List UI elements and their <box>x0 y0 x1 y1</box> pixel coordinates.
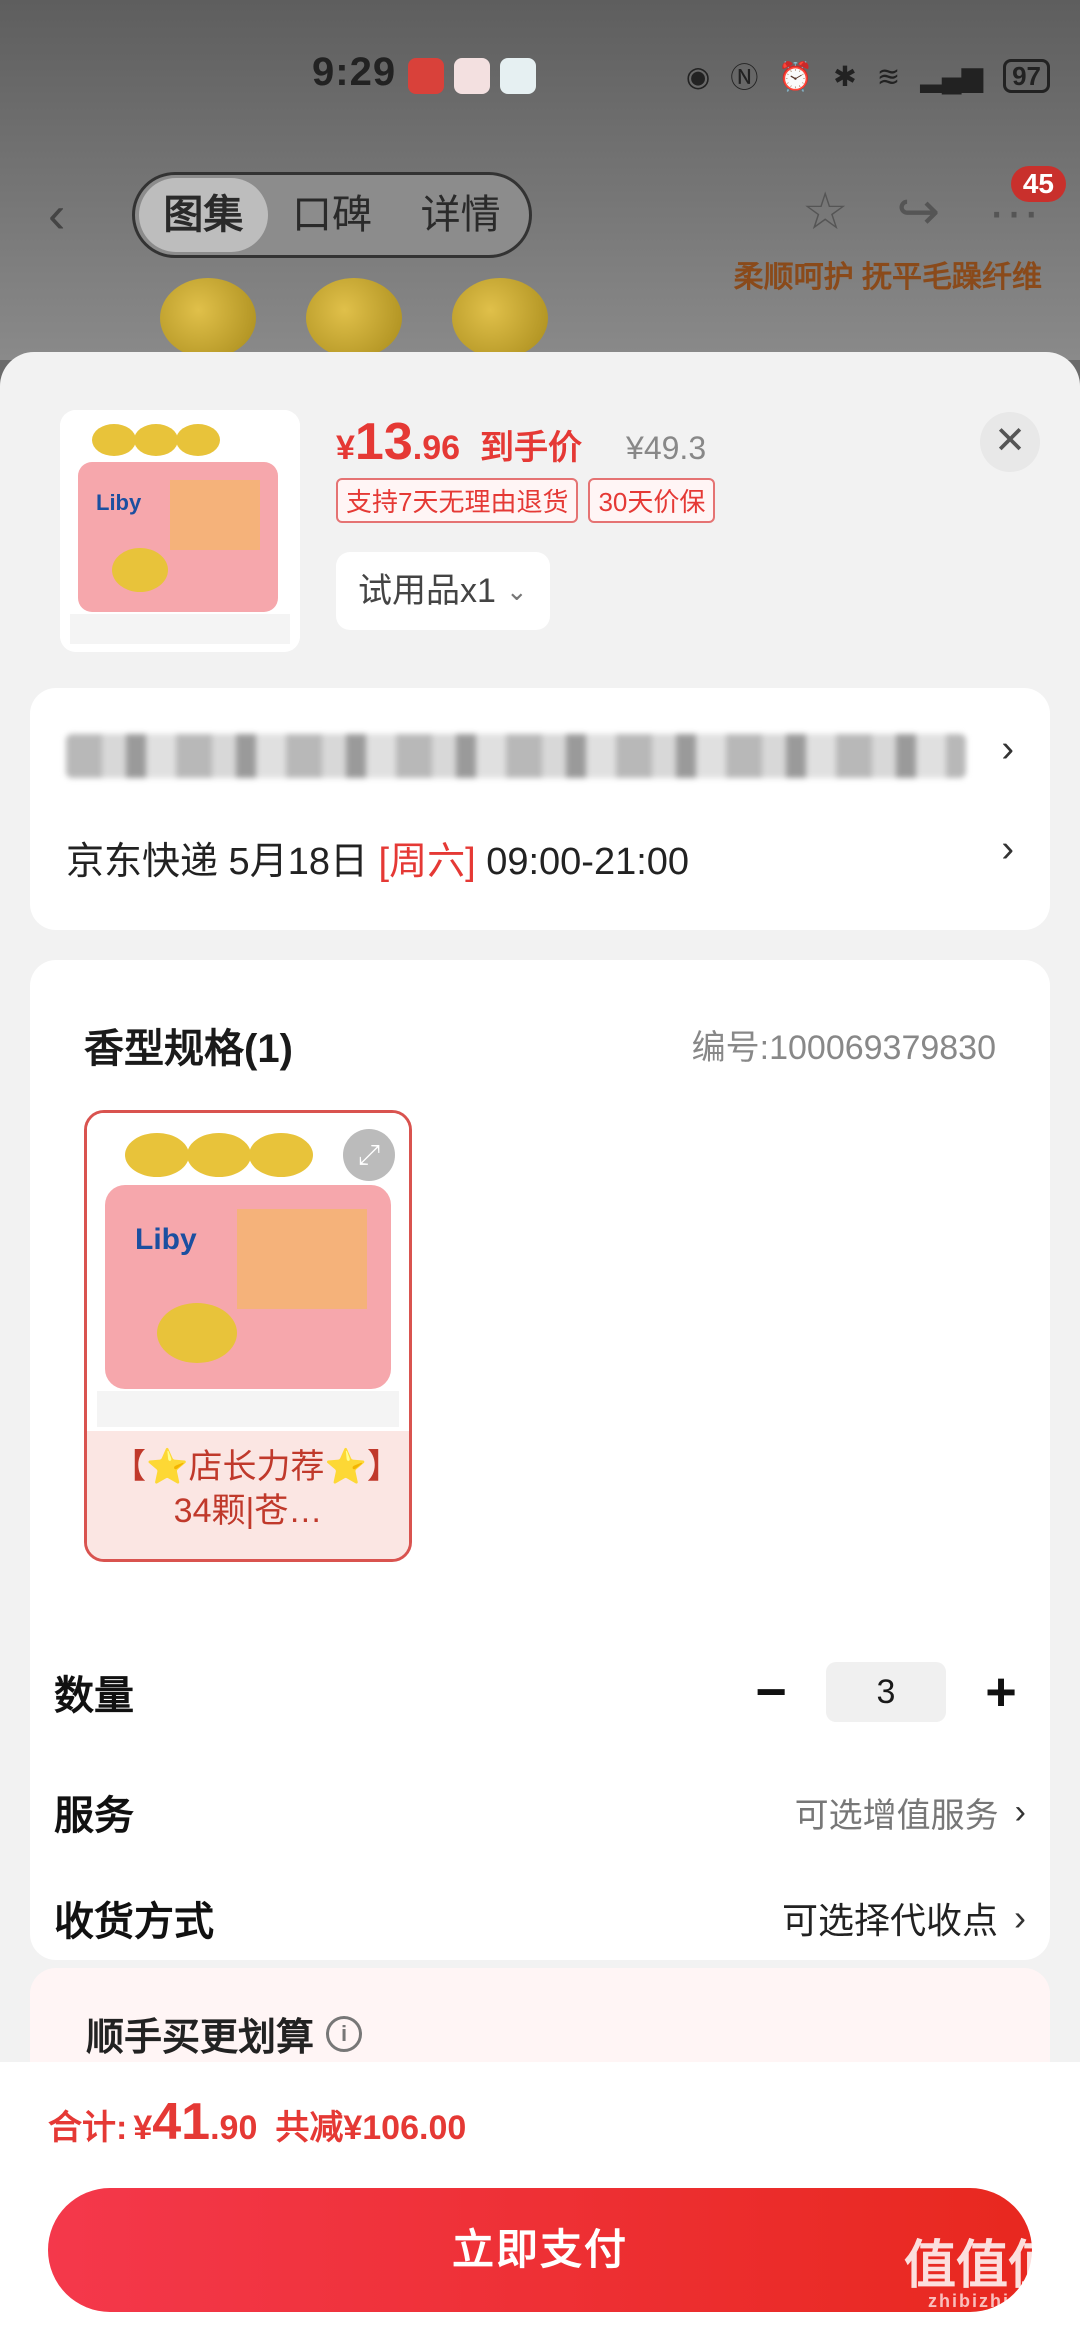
total-discount: 共减¥106.00 <box>275 2109 467 2147</box>
nav-actions: ☆ ↪ ··· <box>802 182 1040 242</box>
final-price-label: 到手价 <box>480 429 583 467</box>
capsule-image <box>452 278 548 358</box>
spec-title: 香型规格(1) <box>84 1027 293 1071</box>
purchase-sheet: Liby ¥13.96 到手价 ¥49.3 支持7天无理由退货 30天价保 试用… <box>0 352 1080 2340</box>
star-icon[interactable]: ☆ <box>802 182 849 242</box>
variant-selector[interactable]: 试用品x1 ⌄ <box>336 552 550 630</box>
close-icon: ✕ <box>994 420 1026 462</box>
status-time: 9:29 <box>312 50 397 94</box>
spec-option-selected[interactable]: Liby ⤢ 【⭐店长力荐⭐】34颗|苍… <box>84 1110 412 1562</box>
delivery-method-row[interactable]: 收货方式 可选择代收点 › <box>54 1878 1026 1958</box>
quantity-stepper: − 3 + <box>746 1661 1026 1723</box>
capsule-image <box>160 278 256 358</box>
delivery-method-label: 收货方式 <box>54 1900 214 1944</box>
eye-icon: ◉ <box>685 60 711 92</box>
original-price: ¥49.3 <box>626 430 707 466</box>
quantity-input[interactable]: 3 <box>826 1662 946 1722</box>
app-icon-heart <box>454 58 490 94</box>
watermark-text: 值值值 <box>903 2237 1060 2295</box>
bluetooth-icon: ✱ <box>833 60 857 92</box>
address-redacted <box>66 734 966 778</box>
delivery-method-value-text: 可选择代收点 <box>781 1900 998 1941</box>
chevron-down-icon: ⌄ <box>505 576 528 606</box>
product-thumbnail[interactable]: Liby <box>60 410 300 652</box>
tab-gallery[interactable]: 图集 <box>139 178 268 252</box>
addon-title: 顺手买更划算 i <box>86 2006 363 2061</box>
chevron-right-icon: › <box>1014 1897 1026 1938</box>
order-total: 合计: ¥ 41 .90 共减¥106.00 <box>48 2092 466 2152</box>
watermark-url: zhibizhi.com <box>928 2291 1060 2311</box>
chevron-right-icon: › <box>1001 728 1014 770</box>
price-decimal: .96 <box>412 429 461 467</box>
plus-icon[interactable]: + <box>976 1661 1026 1723</box>
expand-icon[interactable]: ⤢ <box>343 1129 395 1181</box>
service-label: 服务 <box>54 1794 134 1838</box>
background-page: 9:29 ◉ Ⓝ ⏰ ✱ ≋ ▂▄▆ 97 ‹ 图集 口碑 详情 ☆ ↪ ···… <box>0 0 1080 360</box>
tab-details[interactable]: 详情 <box>396 178 525 252</box>
addon-title-text: 顺手买更划算 <box>86 2017 315 2059</box>
pay-now-button[interactable]: 立即支付 <box>48 2188 1032 2312</box>
price-line: ¥13.96 到手价 ¥49.3 <box>336 412 706 472</box>
wifi-icon: ≋ <box>876 60 901 92</box>
price-protect-tag: 30天价保 <box>588 478 716 523</box>
close-button[interactable]: ✕ <box>980 412 1040 472</box>
service-row[interactable]: 服务 可选增值服务 › <box>54 1772 1026 1852</box>
status-icons: ◉ Ⓝ ⏰ ✱ ≋ ▂▄▆ 97 <box>686 56 1050 96</box>
delivery-method-value: 可选择代收点 › <box>782 1892 1026 1944</box>
top-nav: ‹ 图集 口碑 详情 ☆ ↪ ··· 45 <box>0 166 1080 262</box>
delivery-time: 京东快递 5月18日 [周六] 09:00-21:00 <box>66 830 689 885</box>
product-header: Liby ¥13.96 到手价 ¥49.3 支持7天无理由退货 30天价保 试用… <box>0 352 1080 672</box>
total-integer: 41 <box>152 2093 211 2151</box>
banner-capsules <box>160 278 548 358</box>
status-bar: 9:29 ◉ Ⓝ ⏰ ✱ ≋ ▂▄▆ 97 <box>0 50 1080 110</box>
return-policy-tag: 支持7天无理由退货 <box>336 478 579 523</box>
service-value: 可选增值服务 › <box>795 1788 1026 1837</box>
price-currency: ¥ <box>336 429 355 467</box>
signal-icon: ▂▄▆ <box>920 60 984 92</box>
svg-text:Liby: Liby <box>96 490 142 515</box>
service-value-text: 可选增值服务 <box>794 1796 999 1835</box>
chevron-right-icon[interactable]: › <box>1001 828 1014 871</box>
minus-icon[interactable]: − <box>746 1661 796 1723</box>
info-icon[interactable]: i <box>326 2015 363 2052</box>
nfc-icon: Ⓝ <box>730 62 759 93</box>
price-integer: 13 <box>354 413 413 471</box>
svg-text:Liby: Liby <box>135 1223 197 1256</box>
alarm-icon: ⏰ <box>778 60 814 92</box>
quantity-row: 数量 − 3 + <box>54 1652 1026 1732</box>
app-icon-chat <box>500 58 536 94</box>
delivery-weekday: [周六] <box>378 841 476 883</box>
product-code: 编号:100069379830 <box>691 1029 996 1067</box>
spec-card: 香型规格(1) 编号:100069379830 Liby ⤢ 【⭐店长力荐⭐】3… <box>30 960 1050 1960</box>
tab-reviews[interactable]: 口碑 <box>268 178 397 252</box>
share-icon[interactable]: ↪ <box>896 182 940 242</box>
total-label: 合计: <box>48 2109 128 2147</box>
variant-label: 试用品x1 <box>358 572 496 610</box>
total-decimal: .90 <box>210 2109 258 2147</box>
gallery-tabs: 图集 口碑 详情 <box>132 172 532 258</box>
chevron-right-icon: › <box>1014 1792 1026 1831</box>
guarantee-tags: 支持7天无理由退货 30天价保 <box>336 478 716 523</box>
capsule-image <box>306 278 402 358</box>
app-icon-618 <box>408 58 444 94</box>
address-card[interactable]: › 京东快递 5月18日 [周六] 09:00-21:00 › <box>30 688 1050 930</box>
delivery-time-range: 09:00-21:00 <box>475 841 690 883</box>
watermark-logo: 值值值 zhibizhi.com <box>904 2240 1060 2310</box>
battery-indicator: 97 <box>1003 59 1050 93</box>
total-currency: ¥ <box>133 2109 153 2147</box>
quantity-label: 数量 <box>54 1674 134 1718</box>
delivery-carrier-date: 京东快递 5月18日 <box>66 841 379 883</box>
back-icon[interactable]: ‹ <box>48 189 98 241</box>
banner-text: 柔顺呵护 抚平毛躁纤维 <box>733 261 1042 294</box>
message-badge: 45 <box>1010 166 1066 202</box>
spec-option-label: 【⭐店长力荐⭐】34颗|苍… <box>87 1431 409 1559</box>
